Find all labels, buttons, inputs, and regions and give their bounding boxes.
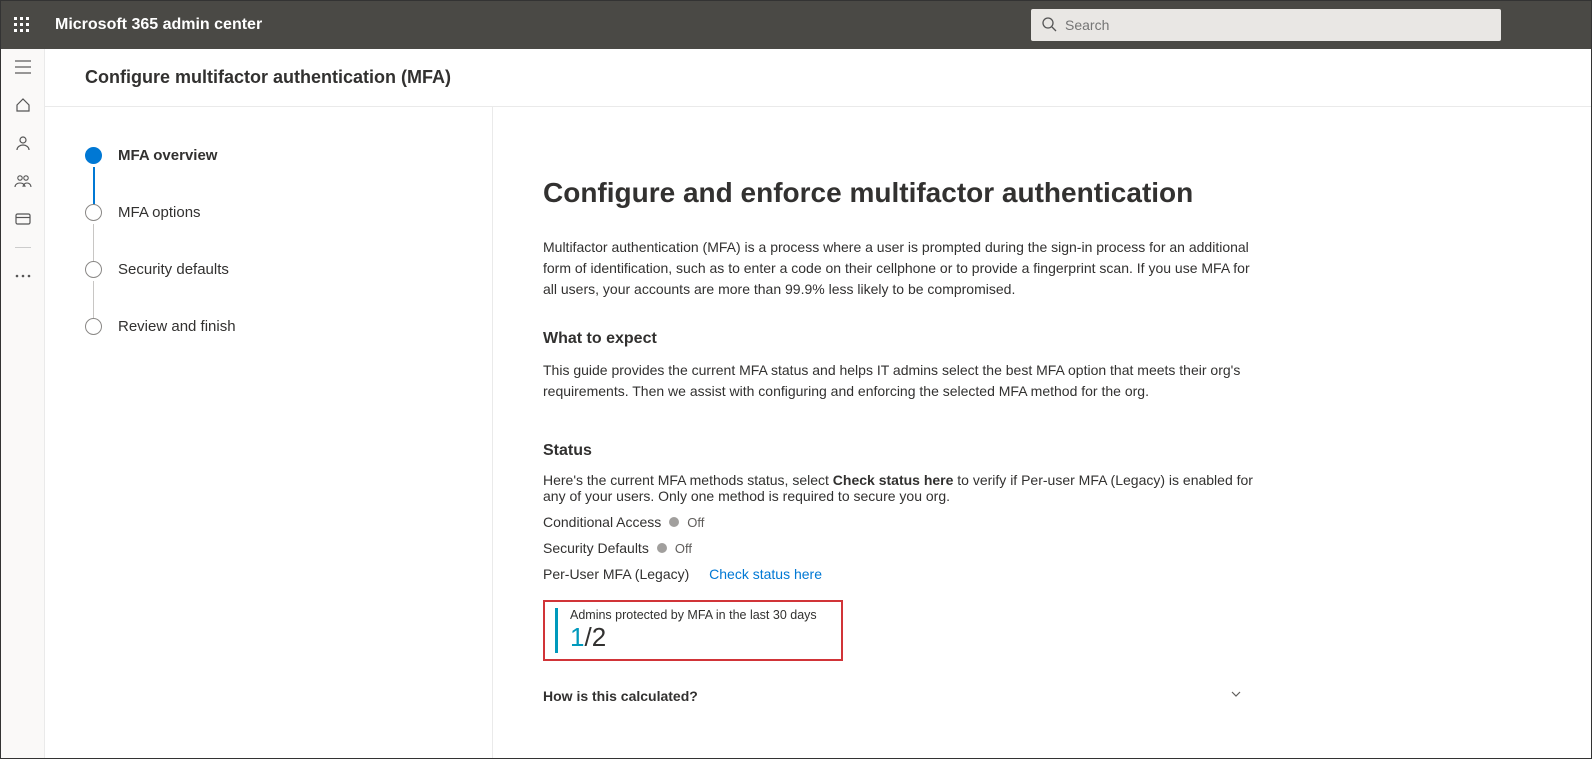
step-indicator-icon <box>85 318 102 335</box>
user-icon[interactable] <box>13 133 33 153</box>
app-title: Microsoft 365 admin center <box>55 16 262 34</box>
content-heading: Configure and enforce multifactor authen… <box>543 177 1263 209</box>
status-row-label: Security Defaults <box>543 540 649 556</box>
groups-icon[interactable] <box>13 171 33 191</box>
left-nav <box>1 49 45 758</box>
status-row-label: Per-User MFA (Legacy) <box>543 566 689 582</box>
step-label: Security defaults <box>118 261 229 278</box>
app-launcher-icon[interactable] <box>11 14 33 36</box>
step-indicator-icon <box>85 261 102 278</box>
status-row-security-defaults: Security Defaults Off <box>543 540 1263 556</box>
nav-divider <box>15 247 31 248</box>
search-input[interactable] <box>1065 17 1491 33</box>
accordion-label: How is this calculated? <box>543 688 698 704</box>
wizard-steps: MFA overview MFA options Security defaul… <box>45 107 493 758</box>
step-mfa-options[interactable]: MFA options <box>85 204 462 261</box>
search-box[interactable] <box>1031 9 1501 41</box>
step-label: Review and finish <box>118 318 236 335</box>
more-icon[interactable] <box>13 266 33 286</box>
step-indicator-icon <box>85 147 102 164</box>
status-off-dot-icon <box>669 517 679 527</box>
step-security-defaults[interactable]: Security defaults <box>85 261 462 318</box>
status-row-label: Conditional Access <box>543 514 661 530</box>
expect-body: This guide provides the current MFA stat… <box>543 360 1263 402</box>
search-icon <box>1041 16 1057 35</box>
status-row-conditional-access: Conditional Access Off <box>543 514 1263 530</box>
step-review-finish[interactable]: Review and finish <box>85 318 462 335</box>
step-indicator-icon <box>85 204 102 221</box>
status-intro: Here's the current MFA methods status, s… <box>543 472 1263 504</box>
top-bar: Microsoft 365 admin center <box>1 1 1591 49</box>
content-area: Configure and enforce multifactor authen… <box>493 107 1591 758</box>
expect-heading: What to expect <box>543 330 1263 348</box>
content-intro: Multifactor authentication (MFA) is a pr… <box>543 237 1263 300</box>
status-row-state: Off <box>687 515 704 530</box>
how-calculated-accordion[interactable]: How is this calculated? <box>543 687 1243 704</box>
check-status-link[interactable]: Check status here <box>709 566 822 582</box>
stat-label: Admins protected by MFA in the last 30 d… <box>570 608 829 622</box>
step-mfa-overview[interactable]: MFA overview <box>85 147 462 204</box>
page-title: Configure multifactor authentication (MF… <box>45 49 1591 107</box>
menu-toggle-icon[interactable] <box>13 57 33 77</box>
step-label: MFA overview <box>118 147 217 164</box>
chevron-down-icon <box>1229 687 1243 704</box>
stat-value: 1/2 <box>570 622 829 653</box>
status-heading: Status <box>543 442 1263 460</box>
billing-icon[interactable] <box>13 209 33 229</box>
status-row-state: Off <box>675 541 692 556</box>
step-label: MFA options <box>118 204 201 221</box>
mfa-stat-highlight: Admins protected by MFA in the last 30 d… <box>543 600 843 661</box>
status-off-dot-icon <box>657 543 667 553</box>
status-row-per-user-mfa: Per-User MFA (Legacy) Check status here <box>543 566 1263 582</box>
home-icon[interactable] <box>13 95 33 115</box>
